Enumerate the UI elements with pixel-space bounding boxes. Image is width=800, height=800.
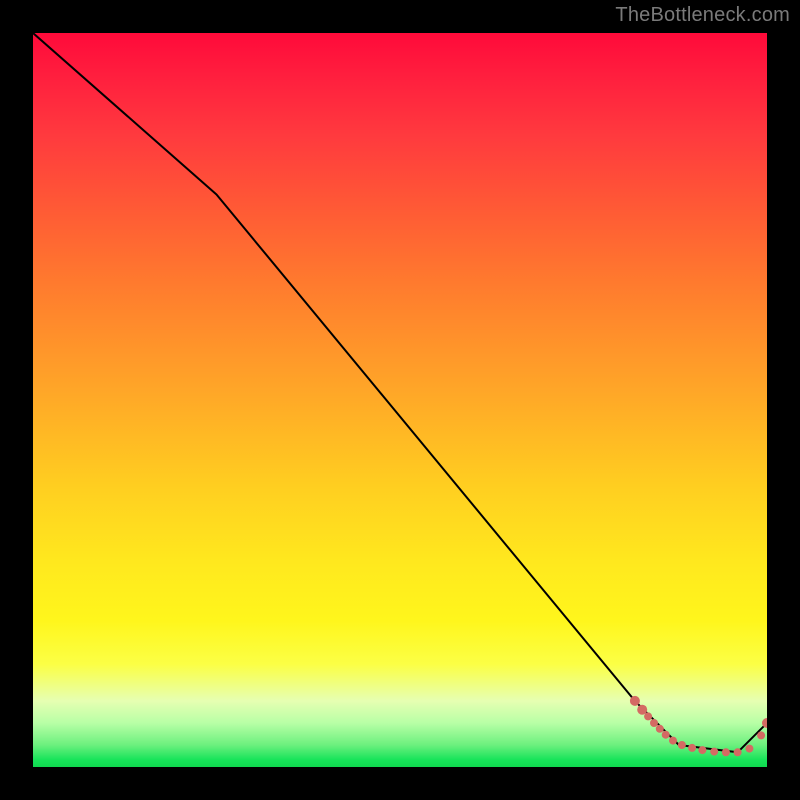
marker-dot — [710, 748, 718, 756]
marker-dot — [698, 746, 706, 754]
marker-dot — [650, 719, 658, 727]
watermark-text: TheBottleneck.com — [615, 4, 790, 27]
marker-dot — [630, 696, 640, 706]
marker-dot — [757, 731, 765, 739]
plot-area — [33, 33, 767, 767]
marker-dot — [669, 737, 677, 745]
marker-dot — [722, 748, 730, 756]
marker-dot — [688, 744, 696, 752]
marker-dot — [678, 741, 686, 749]
marker-dot — [644, 712, 652, 720]
chart-overlay — [33, 33, 767, 767]
marker-dot — [662, 731, 670, 739]
marker-dot — [745, 745, 753, 753]
chart-stage: TheBottleneck.com — [0, 0, 800, 800]
marker-dot — [656, 725, 664, 733]
curve-line — [33, 33, 767, 752]
marker-dot — [734, 748, 742, 756]
